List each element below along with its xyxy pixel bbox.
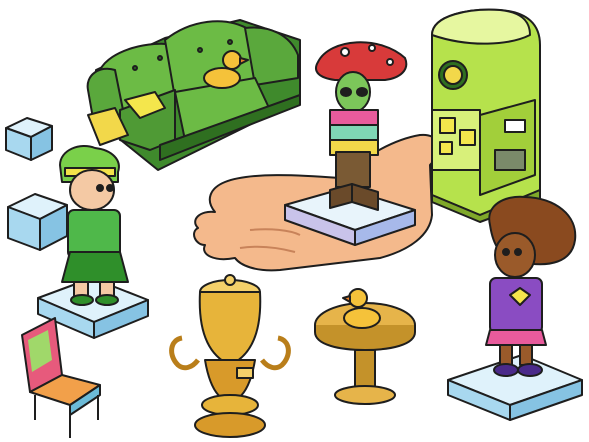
ice-cube-large[interactable] (7, 193, 68, 251)
ice-cube-small[interactable] (5, 117, 53, 161)
green-hair-avatar[interactable] (59, 145, 129, 306)
green-sofa[interactable] (86, 19, 301, 171)
afro-avatar-base[interactable] (447, 354, 583, 421)
lime-vending-machine[interactable] (431, 8, 541, 223)
golden-samovar[interactable] (169, 274, 291, 438)
game-scene (0, 0, 589, 442)
afro-avatar[interactable] (485, 195, 577, 377)
